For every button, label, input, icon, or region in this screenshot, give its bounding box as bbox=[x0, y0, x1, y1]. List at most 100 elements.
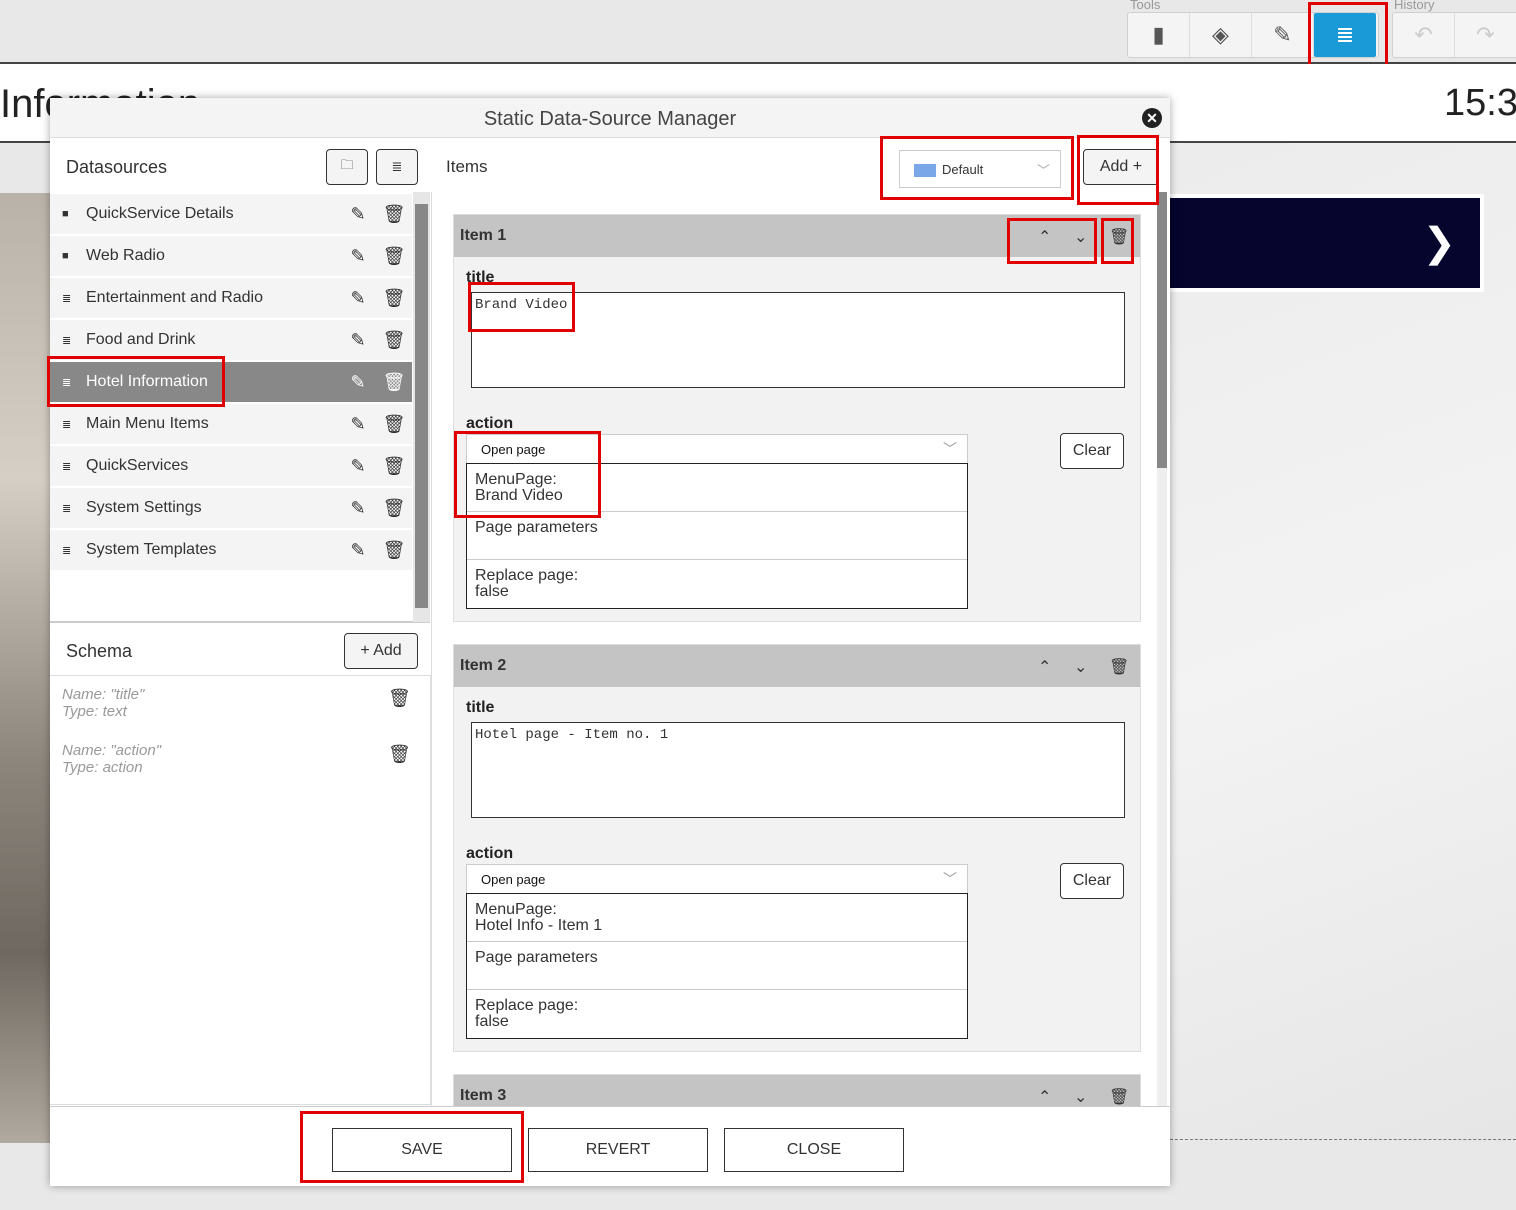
redo-button[interactable]: ↷ bbox=[1455, 13, 1516, 57]
trash-icon[interactable]: 🗑 bbox=[376, 498, 412, 519]
title-textarea[interactable]: Brand Video bbox=[471, 292, 1125, 388]
database-icon: ≣ bbox=[1335, 22, 1355, 47]
add-schema-field-button[interactable]: + Add bbox=[344, 633, 418, 669]
item-title: Item 1 bbox=[460, 227, 507, 244]
clear-button[interactable]: Clear bbox=[1060, 433, 1124, 469]
edit-icon[interactable]: ✎ bbox=[340, 414, 376, 435]
edit-icon[interactable]: ✎ bbox=[340, 204, 376, 225]
dialog-title: Static Data-Source Manager bbox=[50, 98, 1170, 138]
trash-icon[interactable]: 🗑 bbox=[376, 540, 412, 561]
clear-button[interactable]: Clear bbox=[1060, 863, 1124, 899]
action-label: action bbox=[466, 845, 514, 862]
action-value: Open page bbox=[481, 872, 546, 887]
delete-item-button[interactable]: 🗑 bbox=[1109, 657, 1129, 677]
edit-icon[interactable]: ✎ bbox=[340, 498, 376, 519]
close-button[interactable]: CLOSE bbox=[724, 1128, 904, 1172]
datasource-item[interactable]: ≣ Food and Drink ✎ 🗑 bbox=[50, 320, 412, 360]
scrollbar-thumb[interactable] bbox=[1157, 192, 1167, 468]
menu-banner[interactable]: ❯ bbox=[1166, 194, 1484, 292]
datasource-item[interactable]: ≣ Hotel Information ✎ 🗑 bbox=[50, 362, 412, 402]
action-detail[interactable]: Page parameters bbox=[467, 942, 967, 990]
datasource-item[interactable]: ≣ System Settings ✎ 🗑 bbox=[50, 488, 412, 528]
title-textarea[interactable]: Hotel page - Item no. 1 bbox=[471, 722, 1125, 818]
scrollbar[interactable] bbox=[1157, 192, 1167, 1106]
datasource-label: Main Menu Items bbox=[86, 415, 209, 432]
datasource-item[interactable]: ≣ QuickServices ✎ 🗑 bbox=[50, 446, 412, 486]
trash-icon[interactable]: 🗑 bbox=[376, 456, 412, 477]
datasource-label: System Settings bbox=[86, 499, 202, 516]
language-select[interactable]: Default ﹀ bbox=[899, 150, 1061, 188]
datasource-label: Hotel Information bbox=[86, 373, 208, 390]
add-datasource-button[interactable]: ≣ bbox=[376, 149, 418, 185]
chevron-down-icon: ﹀ bbox=[943, 441, 957, 457]
database-icon: ≣ bbox=[62, 460, 72, 473]
scrollbar-thumb[interactable] bbox=[415, 204, 428, 608]
divider bbox=[431, 192, 432, 1106]
move-down-button[interactable]: ⌄ bbox=[1074, 657, 1087, 677]
database-plus-icon: ≣ bbox=[391, 159, 403, 174]
undo-button[interactable]: ↶ bbox=[1393, 13, 1455, 57]
datasource-item[interactable]: ≣ System Templates ✎ 🗑 bbox=[50, 530, 412, 570]
action-detail[interactable]: Page parameters bbox=[467, 512, 967, 560]
layers-tool-button[interactable]: ◈ bbox=[1190, 13, 1252, 57]
field-name: Name: "action" bbox=[62, 742, 162, 759]
datasource-item[interactable]: ≣ Entertainment and Radio ✎ 🗑 bbox=[50, 278, 412, 318]
scrollbar[interactable] bbox=[413, 192, 430, 622]
edit-icon[interactable]: ✎ bbox=[340, 456, 376, 477]
datasource-item[interactable]: ■ Web Radio ✎ 🗑 bbox=[50, 236, 412, 276]
delete-field-button[interactable]: 🗑 bbox=[388, 744, 411, 765]
title-label: title bbox=[466, 269, 495, 286]
action-details: MenuPage: Brand Video Page parameters Repl… bbox=[466, 463, 968, 609]
item-header: Item 1 ⌃ ⌄ 🗑 bbox=[454, 215, 1140, 257]
database-icon: ≣ bbox=[62, 544, 72, 557]
history-group: ↶ ↷ bbox=[1392, 12, 1516, 58]
magic-wand-icon: ✎ bbox=[1273, 22, 1292, 47]
trash-icon[interactable]: 🗑 bbox=[376, 372, 412, 393]
datasource-tool-button[interactable]: ≣ bbox=[1314, 13, 1376, 57]
edit-icon[interactable]: ✎ bbox=[340, 288, 376, 309]
action-detail[interactable]: MenuPage: Hotel Info - Item 1 bbox=[467, 894, 967, 942]
datasources-heading: Datasources bbox=[66, 157, 168, 177]
datasource-label: System Templates bbox=[86, 541, 217, 558]
move-up-button[interactable]: ⌃ bbox=[1038, 227, 1051, 247]
add-folder-button[interactable]: 🗀 bbox=[326, 149, 368, 185]
delete-item-button[interactable]: 🗑 bbox=[1109, 227, 1129, 247]
divider bbox=[50, 622, 430, 623]
add-item-button[interactable]: Add + bbox=[1083, 149, 1159, 185]
remote-tool-button[interactable]: ▮ bbox=[1128, 13, 1190, 57]
action-detail[interactable]: Replace page: false bbox=[467, 560, 967, 608]
action-detail[interactable]: MenuPage: Brand Video bbox=[467, 464, 967, 512]
action-select[interactable]: Open page ﹀ bbox=[466, 434, 968, 464]
datasource-item[interactable]: ≣ Main Menu Items ✎ 🗑 bbox=[50, 404, 412, 444]
trash-icon[interactable]: 🗑 bbox=[376, 288, 412, 309]
item-title: Item 2 bbox=[460, 657, 507, 674]
action-select[interactable]: Open page ﹀ bbox=[466, 864, 968, 894]
edit-icon[interactable]: ✎ bbox=[340, 246, 376, 267]
trash-icon[interactable]: 🗑 bbox=[376, 246, 412, 267]
action-detail[interactable]: Replace page: false bbox=[467, 990, 967, 1038]
language-value: Default bbox=[942, 162, 984, 177]
datasource-item[interactable]: ■ QuickService Details ✎ 🗑 bbox=[50, 194, 412, 234]
database-icon: ≣ bbox=[62, 376, 72, 389]
close-icon[interactable]: ✕ bbox=[1142, 108, 1162, 128]
item-title: Item 3 bbox=[460, 1087, 507, 1104]
move-up-button[interactable]: ⌃ bbox=[1038, 1087, 1051, 1106]
tools-label: Tools bbox=[1130, 0, 1161, 12]
database-icon: ≣ bbox=[62, 292, 72, 305]
magic-wand-tool-button[interactable]: ✎ bbox=[1252, 13, 1314, 57]
field-type: Type: text bbox=[62, 703, 127, 720]
move-down-button[interactable]: ⌄ bbox=[1074, 227, 1087, 247]
trash-icon[interactable]: 🗑 bbox=[376, 204, 412, 225]
move-down-button[interactable]: ⌄ bbox=[1074, 1087, 1087, 1106]
revert-button[interactable]: REVERT bbox=[528, 1128, 708, 1172]
edit-icon[interactable]: ✎ bbox=[340, 540, 376, 561]
delete-item-button[interactable]: 🗑 bbox=[1109, 1087, 1129, 1106]
edit-icon[interactable]: ✎ bbox=[340, 372, 376, 393]
trash-icon[interactable]: 🗑 bbox=[376, 414, 412, 435]
delete-field-button[interactable]: 🗑 bbox=[388, 688, 411, 709]
item-header: Item 2 ⌃ ⌄ 🗑 bbox=[454, 645, 1140, 687]
trash-icon[interactable]: 🗑 bbox=[376, 330, 412, 351]
save-button[interactable]: SAVE bbox=[332, 1128, 512, 1172]
edit-icon[interactable]: ✎ bbox=[340, 330, 376, 351]
move-up-button[interactable]: ⌃ bbox=[1038, 657, 1051, 677]
